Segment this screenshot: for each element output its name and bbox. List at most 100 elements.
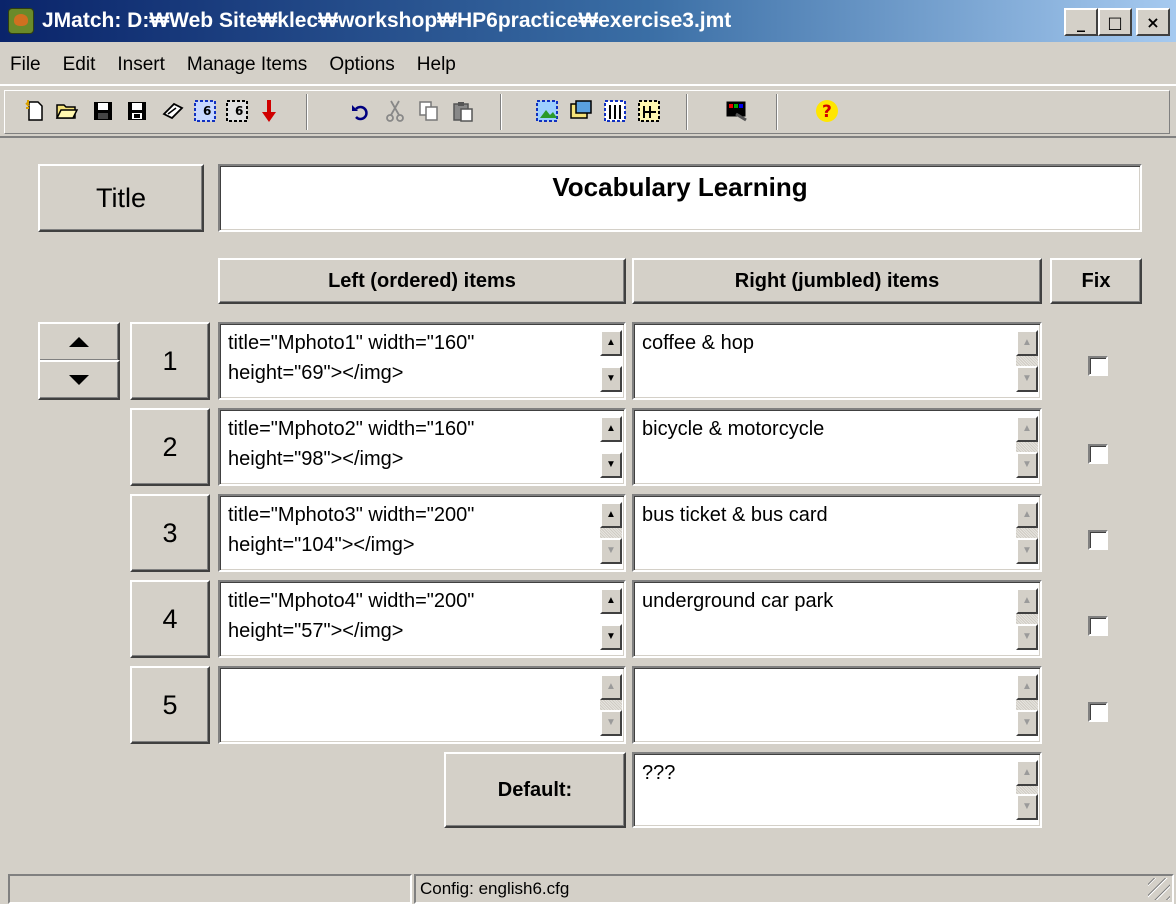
default-value-text: ??? (642, 762, 676, 784)
left-item-field[interactable]: title="Mphoto3" width="200" height="104"… (218, 494, 626, 572)
scroll-up-button[interactable]: ▲ (1016, 502, 1038, 528)
arrow-down-icon (69, 375, 89, 385)
window-title: JMatch: D:₩Web Site₩klec₩workshop₩HP6pra… (42, 9, 732, 32)
arrow-up-icon (69, 337, 89, 347)
export-html-6-icon[interactable]: 6 (190, 96, 220, 126)
menu-help[interactable]: Help (406, 54, 467, 76)
upload-red-arrow-icon[interactable] (254, 96, 284, 126)
right-item-field[interactable]: ▲ ▼ (632, 666, 1042, 744)
title-label-button[interactable]: Title (38, 164, 204, 232)
left-item-field[interactable]: title="Mphoto1" width="160" height="69">… (218, 322, 626, 400)
right-item-field[interactable]: bus ticket & bus card ▲ ▼ (632, 494, 1042, 572)
new-file-icon[interactable] (20, 96, 50, 126)
config-screen-icon[interactable] (722, 96, 752, 126)
jmatch-app-icon (8, 8, 34, 34)
undo-icon[interactable] (346, 96, 376, 126)
scroll-up-button[interactable]: ▲ (1016, 416, 1038, 442)
scroll-down-button[interactable]: ▼ (1016, 452, 1038, 478)
left-item-text: title="Mphoto3" width="200" height="104"… (228, 504, 475, 556)
left-item-text: title="Mphoto2" width="160" height="98">… (228, 418, 475, 470)
right-item-field[interactable]: coffee & hop ▲ ▼ (632, 322, 1042, 400)
status-config: Config: english6.cfg (414, 874, 1174, 904)
scroll-down-button[interactable]: ▼ (1016, 624, 1038, 650)
fix-checkbox[interactable] (1088, 530, 1108, 550)
svg-text:?: ? (822, 102, 832, 122)
item-number-button[interactable]: 3 (130, 494, 210, 572)
right-item-text: coffee & hop (642, 332, 754, 354)
fix-checkbox[interactable] (1088, 702, 1108, 722)
resize-grip[interactable] (1148, 878, 1170, 900)
default-field[interactable]: ??? ▲ ▼ (632, 752, 1042, 828)
svg-text:6: 6 (235, 104, 243, 118)
right-item-field[interactable]: bicycle & motorcycle ▲ ▼ (632, 408, 1042, 486)
left-item-field[interactable]: ▲ ▼ (218, 666, 626, 744)
default-label-button[interactable]: Default: (444, 752, 626, 828)
scroll-down-button[interactable]: ▼ (1016, 794, 1038, 820)
fix-checkbox[interactable] (1088, 356, 1108, 376)
item-number-button[interactable]: 2 (130, 408, 210, 486)
scroll-down-button[interactable]: ▼ (600, 452, 622, 478)
paste-icon[interactable] (448, 96, 478, 126)
insert-picture-icon[interactable] (532, 96, 562, 126)
scroll-down-button[interactable]: ▼ (1016, 710, 1038, 736)
fix-checkbox[interactable] (1088, 616, 1108, 636)
item-number-button[interactable]: 4 (130, 580, 210, 658)
insert-link-icon[interactable] (566, 96, 596, 126)
config-status-text: Config: english6.cfg (420, 879, 570, 898)
menu-insert[interactable]: Insert (106, 54, 176, 76)
help-icon[interactable]: ? (812, 96, 842, 126)
scroll-down-button[interactable]: ▼ (600, 710, 622, 736)
scroll-down-button[interactable]: ▼ (600, 538, 622, 564)
left-item-text: title="Mphoto1" width="160" height="69">… (228, 332, 475, 384)
toolbar: 6 6 ? (0, 84, 1176, 138)
menu-file[interactable]: File (0, 54, 52, 76)
export-html-6-alt-icon[interactable]: 6 (222, 96, 252, 126)
scroll-up-button[interactable]: ▲ (1016, 760, 1038, 786)
right-item-text: bicycle & motorcycle (642, 418, 825, 440)
right-item-text: underground car park (642, 590, 834, 612)
scroll-up-button[interactable]: ▲ (1016, 330, 1038, 356)
copy-icon[interactable] (414, 96, 444, 126)
move-item-up-button[interactable] (38, 322, 120, 362)
menu-bar: File Edit Insert Manage Items Options He… (0, 48, 1176, 82)
item-number-button[interactable]: 1 (130, 322, 210, 400)
scroll-up-button[interactable]: ▲ (600, 588, 622, 614)
move-item-down-button[interactable] (38, 360, 120, 400)
scroll-up-button[interactable]: ▲ (600, 416, 622, 442)
open-folder-icon[interactable] (52, 96, 82, 126)
window-title-bar[interactable]: JMatch: D:₩Web Site₩klec₩workshop₩HP6pra… (0, 0, 1176, 42)
scroll-up-button[interactable]: ▲ (600, 502, 622, 528)
title-field[interactable]: Vocabulary Learning (218, 164, 1142, 232)
left-item-text: title="Mphoto4" width="200" height="57">… (228, 590, 475, 642)
status-pane-left (8, 874, 412, 904)
insert-table-icon[interactable] (600, 96, 630, 126)
right-item-text: bus ticket & bus card (642, 504, 828, 526)
svg-text:6: 6 (203, 104, 211, 118)
menu-options[interactable]: Options (318, 54, 405, 76)
scroll-up-button[interactable]: ▲ (600, 674, 622, 700)
menu-edit[interactable]: Edit (52, 54, 107, 76)
left-item-field[interactable]: title="Mphoto2" width="160" height="98">… (218, 408, 626, 486)
close-button[interactable]: × (1136, 8, 1170, 36)
cut-icon[interactable] (380, 96, 410, 126)
title-value: Vocabulary Learning (552, 172, 808, 202)
save-icon[interactable] (88, 96, 118, 126)
minimize-button[interactable]: _ (1064, 8, 1098, 36)
scroll-down-button[interactable]: ▼ (600, 624, 622, 650)
scroll-down-button[interactable]: ▼ (1016, 366, 1038, 392)
item-number-button[interactable]: 5 (130, 666, 210, 744)
menu-manage-items[interactable]: Manage Items (176, 54, 318, 76)
save-as-icon[interactable] (122, 96, 152, 126)
fix-checkbox[interactable] (1088, 444, 1108, 464)
insert-media-icon[interactable] (634, 96, 664, 126)
right-item-field[interactable]: underground car park ▲ ▼ (632, 580, 1042, 658)
scroll-up-button[interactable]: ▲ (600, 330, 622, 356)
scroll-down-button[interactable]: ▼ (1016, 538, 1038, 564)
right-items-header: Right (jumbled) items (632, 258, 1042, 304)
view-in-browser-icon[interactable] (158, 96, 188, 126)
left-item-field[interactable]: title="Mphoto4" width="200" height="57">… (218, 580, 626, 658)
scroll-up-button[interactable]: ▲ (1016, 674, 1038, 700)
scroll-down-button[interactable]: ▼ (600, 366, 622, 392)
maximize-button[interactable]: □ (1098, 8, 1132, 36)
scroll-up-button[interactable]: ▲ (1016, 588, 1038, 614)
